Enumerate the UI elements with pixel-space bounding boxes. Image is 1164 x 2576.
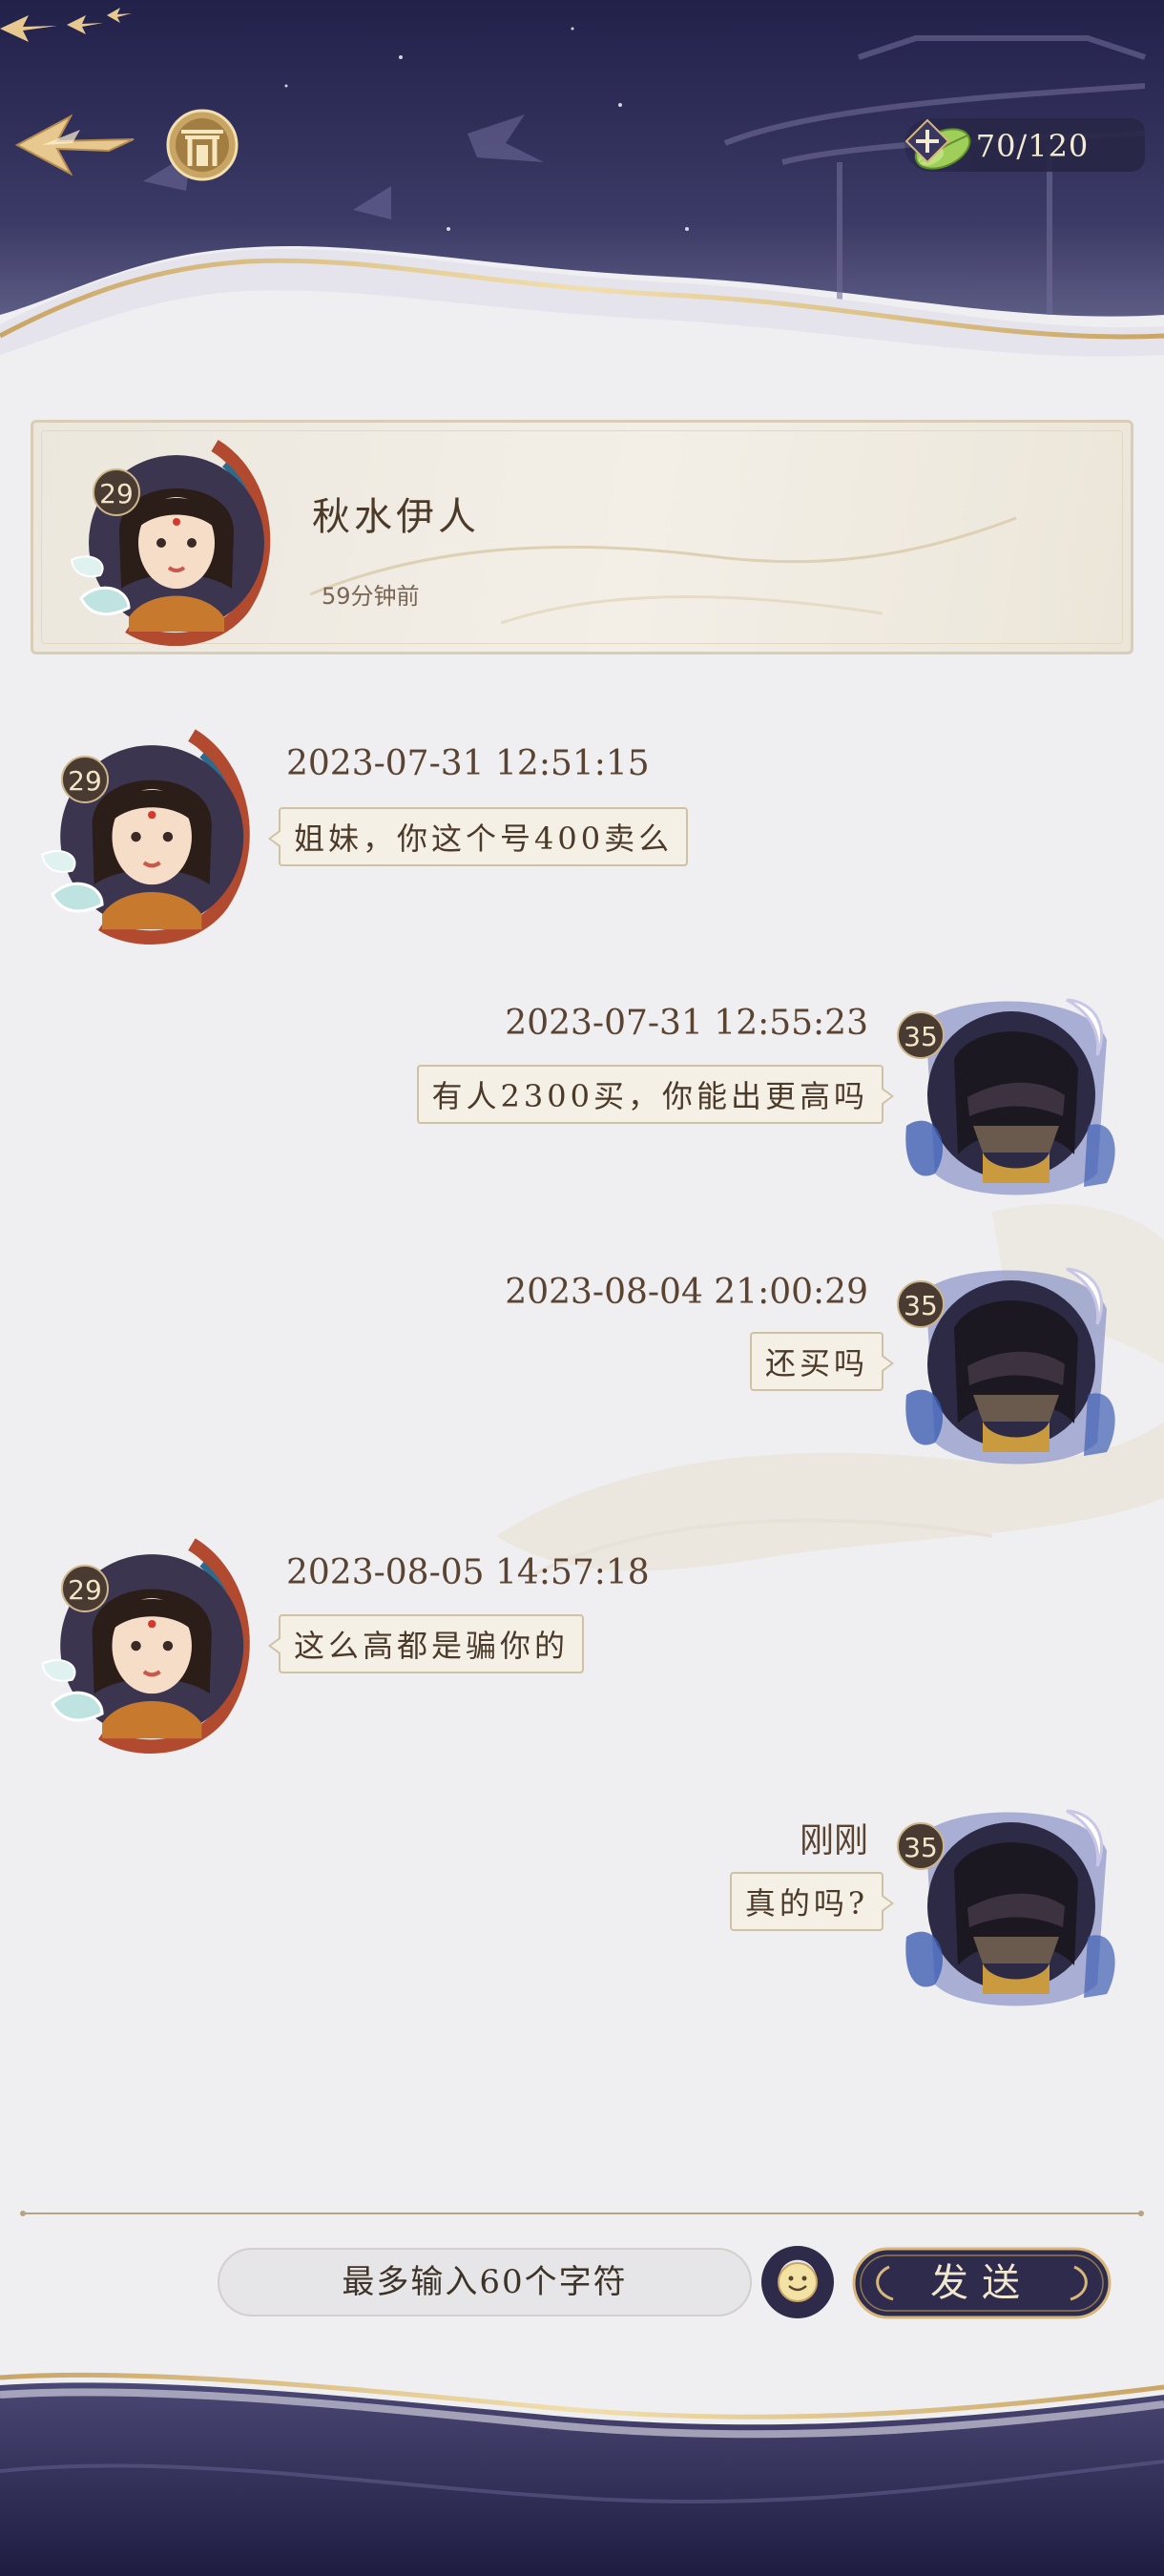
back-arrow-icon bbox=[14, 114, 135, 177]
plus-icon[interactable] bbox=[904, 118, 950, 164]
my-avatar-message[interactable]: 35 bbox=[897, 1252, 1126, 1471]
level-badge: 35 bbox=[897, 1011, 945, 1059]
female-character-portrait-icon bbox=[41, 1538, 250, 1754]
message-timestamp: 2023-08-04 21:00:29 bbox=[505, 1273, 868, 1312]
message-timestamp: 刚刚 bbox=[799, 1821, 868, 1860]
decorative-arrows bbox=[0, 8, 132, 42]
friend-avatar[interactable]: 29 bbox=[62, 436, 281, 647]
message-input[interactable] bbox=[218, 2248, 752, 2316]
message-bubble: 这么高都是骗你的 bbox=[267, 1614, 585, 1673]
female-character-portrait-icon bbox=[70, 440, 271, 647]
last-seen-text: 59分钟前 bbox=[322, 583, 420, 610]
level-badge: 35 bbox=[897, 1280, 945, 1328]
message-bubble: 有人2300买，你能出更高吗 bbox=[416, 1065, 895, 1124]
friend-profile-card[interactable]: 29 秋水伊人 59分钟前 bbox=[31, 420, 1133, 654]
divider bbox=[20, 2211, 1144, 2216]
message-bubble: 姐妹，你这个号400卖么 bbox=[267, 807, 689, 866]
stamina-bar: 70/120 bbox=[904, 118, 1145, 172]
message-timestamp: 2023-08-05 14:57:18 bbox=[286, 1553, 650, 1592]
my-avatar-message[interactable]: 35 bbox=[897, 1794, 1126, 2013]
friend-avatar-message[interactable]: 29 bbox=[32, 725, 261, 945]
level-badge: 35 bbox=[897, 1822, 945, 1870]
home-gate-icon bbox=[166, 109, 239, 181]
friend-name: 秋水伊人 bbox=[312, 495, 480, 539]
send-label: 发送 bbox=[930, 2261, 1033, 2305]
level-badge: 29 bbox=[93, 468, 140, 516]
level-badge: 29 bbox=[61, 756, 109, 803]
friend-avatar-message[interactable]: 29 bbox=[32, 1534, 261, 1754]
top-banner: 70/120 bbox=[0, 0, 1164, 372]
back-button[interactable] bbox=[13, 107, 137, 183]
level-badge: 29 bbox=[61, 1565, 109, 1612]
stamina-value: 70/120 bbox=[975, 128, 1090, 164]
message-bubble: 真的吗? bbox=[729, 1872, 895, 1931]
female-character-portrait-icon bbox=[41, 729, 250, 945]
home-button[interactable] bbox=[164, 107, 240, 183]
my-avatar-message[interactable]: 35 bbox=[897, 983, 1126, 1202]
message-timestamp: 2023-07-31 12:51:15 bbox=[286, 744, 650, 783]
message-timestamp: 2023-07-31 12:55:23 bbox=[505, 1004, 868, 1043]
smiley-icon bbox=[778, 2262, 818, 2302]
bottom-banner bbox=[0, 2372, 1164, 2576]
emoji-button[interactable] bbox=[761, 2246, 834, 2318]
send-button[interactable]: 发送 bbox=[851, 2246, 1112, 2320]
message-bubble: 还买吗 bbox=[749, 1332, 895, 1391]
